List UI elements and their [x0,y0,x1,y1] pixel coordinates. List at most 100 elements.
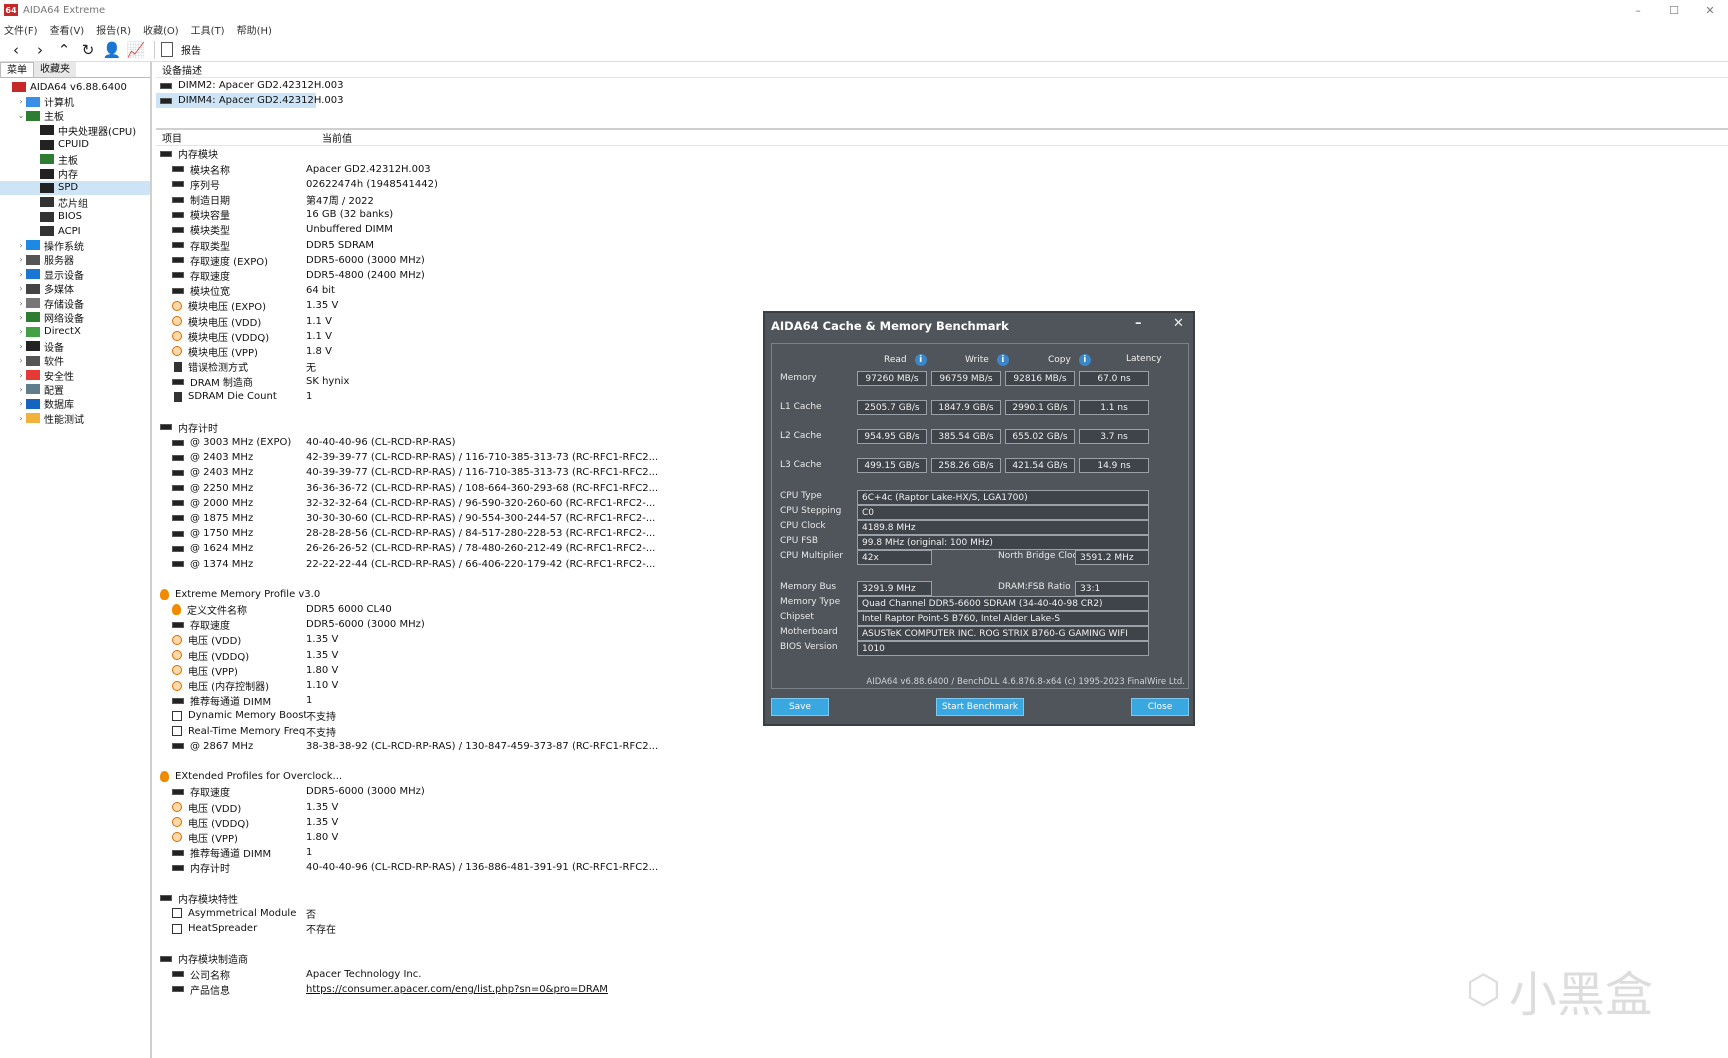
tree-node-storage[interactable]: › 存储设备 [0,296,150,311]
property-value: 42-39-39-77 (CL-RCD-RP-RAS) / 116-710-38… [306,452,659,464]
ram-icon [172,469,184,476]
info-icon[interactable]: i [914,354,927,366]
expand-arrow-icon[interactable]: › [16,327,26,336]
ram-icon [172,439,184,446]
property-row[interactable]: Asymmetrical Module 否 [160,906,1728,921]
tree-node-ram[interactable]: 内存 [0,166,150,181]
menu-help[interactable]: 帮助(H) [237,22,272,37]
value-column-header[interactable]: 当前值 [322,130,352,145]
tab-favorites[interactable]: 收藏夹 [34,62,76,77]
tab-menu[interactable]: 菜单 [0,62,34,77]
start-benchmark-button[interactable]: Start Benchmark [936,698,1024,716]
device-item-dimm4[interactable]: DIMM4: Apacer GD2.42312H.003 [156,93,343,109]
property-row[interactable]: 电压 (VDDQ) 1.35 V [160,815,1728,830]
refresh-icon[interactable]: ↻ [76,39,100,61]
tree-node-shield[interactable]: › 安全性 [0,368,150,383]
tree-node-computer[interactable]: › 计算机 [0,94,150,110]
up-icon[interactable]: ⌃ [52,39,76,61]
chart-icon[interactable]: 📈 [124,39,148,61]
cpu-type-label: CPU Type [780,491,822,501]
document-icon [161,42,173,57]
chip-icon [174,391,182,402]
property-value: 无 [306,363,316,375]
tree-node-chip[interactable]: ACPI [0,224,150,238]
property-row[interactable]: 存取速度 (EXPO) DDR5-6000 (3000 MHz) [160,253,1728,268]
expand-arrow-icon[interactable]: › [16,356,26,365]
tree-node-cpu[interactable]: 中央处理器(CPU) [0,123,150,138]
property-row[interactable]: 电压 (VDD) 1.35 V [160,799,1728,815]
property-row[interactable]: 模块容量 16 GB (32 banks) [160,207,1728,222]
dialog-minimize-button[interactable]: – [1135,316,1142,331]
tree-node-config[interactable]: › 配置 [0,382,150,397]
tree-node-chip[interactable]: BIOS [0,210,150,224]
expand-arrow-icon[interactable]: ⌄ [16,111,26,120]
tree-node-device[interactable]: › 设备 [0,339,150,354]
expand-arrow-icon[interactable]: › [16,414,26,423]
expand-arrow-icon[interactable]: › [16,97,26,106]
benchmark-dialog: AIDA64 Cache & Memory Benchmark – ✕ Read… [763,311,1195,726]
report-button[interactable]: 报告 [161,42,201,57]
property-row[interactable]: 模块名称 Apacer GD2.42312H.003 [160,162,1728,177]
tree-node-board[interactable]: 主板 [0,152,150,167]
property-row[interactable]: @ 2867 MHz 38-38-38-92 (CL-RCD-RP-RAS) / … [160,739,1728,754]
property-row[interactable]: 存取速度 DDR5-4800 (2400 MHz) [160,268,1728,283]
close-button[interactable]: Close [1131,698,1189,716]
tree-node-chip[interactable]: 芯片组 [0,195,150,210]
save-button[interactable]: Save [771,698,829,716]
expand-arrow-icon[interactable]: › [16,255,26,264]
expand-arrow-icon[interactable]: › [16,371,26,380]
device-item-dimm2[interactable]: DIMM2: Apacer GD2.42312H.003 [156,78,1728,93]
expand-arrow-icon[interactable]: › [16,284,26,293]
product-info-link[interactable]: https://consumer.apacer.com/eng/list.php… [306,984,608,995]
tree-node-speaker[interactable]: › 多媒体 [0,281,150,296]
close-window-button[interactable]: ✕ [1688,0,1728,20]
expand-arrow-icon[interactable]: › [16,342,26,351]
property-value: Apacer GD2.42312H.003 [306,163,431,175]
property-row[interactable]: HeatSpreader 不存在 [160,921,1728,936]
menu-tools[interactable]: 工具(T) [191,22,225,37]
device-icon [26,341,40,352]
expand-arrow-icon[interactable]: › [16,270,26,279]
expand-arrow-icon[interactable]: › [16,385,26,394]
tree-node-directx[interactable]: › DirectX [0,325,150,339]
tree-node-database[interactable]: › 数据库 [0,397,150,411]
property-row[interactable]: 模块位宽 64 bit [160,283,1728,298]
expand-arrow-icon[interactable]: › [16,241,26,250]
tree-node-software[interactable]: › 软件 [0,353,150,368]
tree-node-display[interactable]: › 显示设备 [0,267,150,282]
property-row[interactable]: 序列号 02622474h (1948541442) [160,177,1728,192]
tree-node-windows[interactable]: › 操作系统 [0,238,150,253]
tree-node-ram[interactable]: SPD [0,180,150,196]
back-icon[interactable]: ‹ [4,39,28,61]
dialog-close-button[interactable]: ✕ [1173,316,1184,331]
property-row[interactable]: 制造日期 第47周 / 2022 [160,192,1728,207]
property-row[interactable]: 存取速度 DDR5-6000 (3000 MHz) [160,784,1728,799]
tree-node-folder[interactable]: › 性能测试 [0,411,150,426]
user-icon[interactable]: 👤 [100,39,124,61]
menu-report[interactable]: 报告(R) [96,22,131,37]
tree-node-board[interactable]: ⌄ 主板 [0,109,150,123]
tree-node-label: 计算机 [44,98,74,110]
property-row[interactable]: 模块类型 Unbuffered DIMM [160,222,1728,237]
tree-node-cpu[interactable]: CPUID [0,138,150,152]
property-value: 1.35 V [306,300,339,312]
property-row[interactable]: 电压 (VPP) 1.80 V [160,830,1728,845]
info-icon[interactable]: i [996,354,1009,366]
expand-arrow-icon[interactable]: › [16,313,26,322]
pane-divider[interactable] [156,108,1728,131]
expand-arrow-icon[interactable]: › [16,399,26,408]
item-column-header[interactable]: 项目 [162,130,322,145]
tree-node-server[interactable]: › 服务器 [0,253,150,267]
menu-favorites[interactable]: 收藏(O) [143,22,179,37]
property-name: SDRAM Die Count [188,391,277,403]
info-icon[interactable]: i [1078,354,1091,366]
forward-icon[interactable]: › [28,39,52,61]
property-row[interactable]: 内存计时 40-40-40-96 (CL-RCD-RP-RAS) / 136-88… [160,860,1728,875]
tree-node-network[interactable]: › 网络设备 [0,310,150,325]
property-row[interactable]: 存取类型 DDR5 SDRAM [160,238,1728,253]
menu-file[interactable]: 文件(F) [4,22,38,37]
tree-node-aida[interactable]: AIDA64 v6.88.6400 [0,80,150,94]
property-row[interactable]: 推荐每通道 DIMM 1 [160,845,1728,860]
menu-view[interactable]: 查看(V) [50,22,85,37]
expand-arrow-icon[interactable]: › [16,299,26,308]
